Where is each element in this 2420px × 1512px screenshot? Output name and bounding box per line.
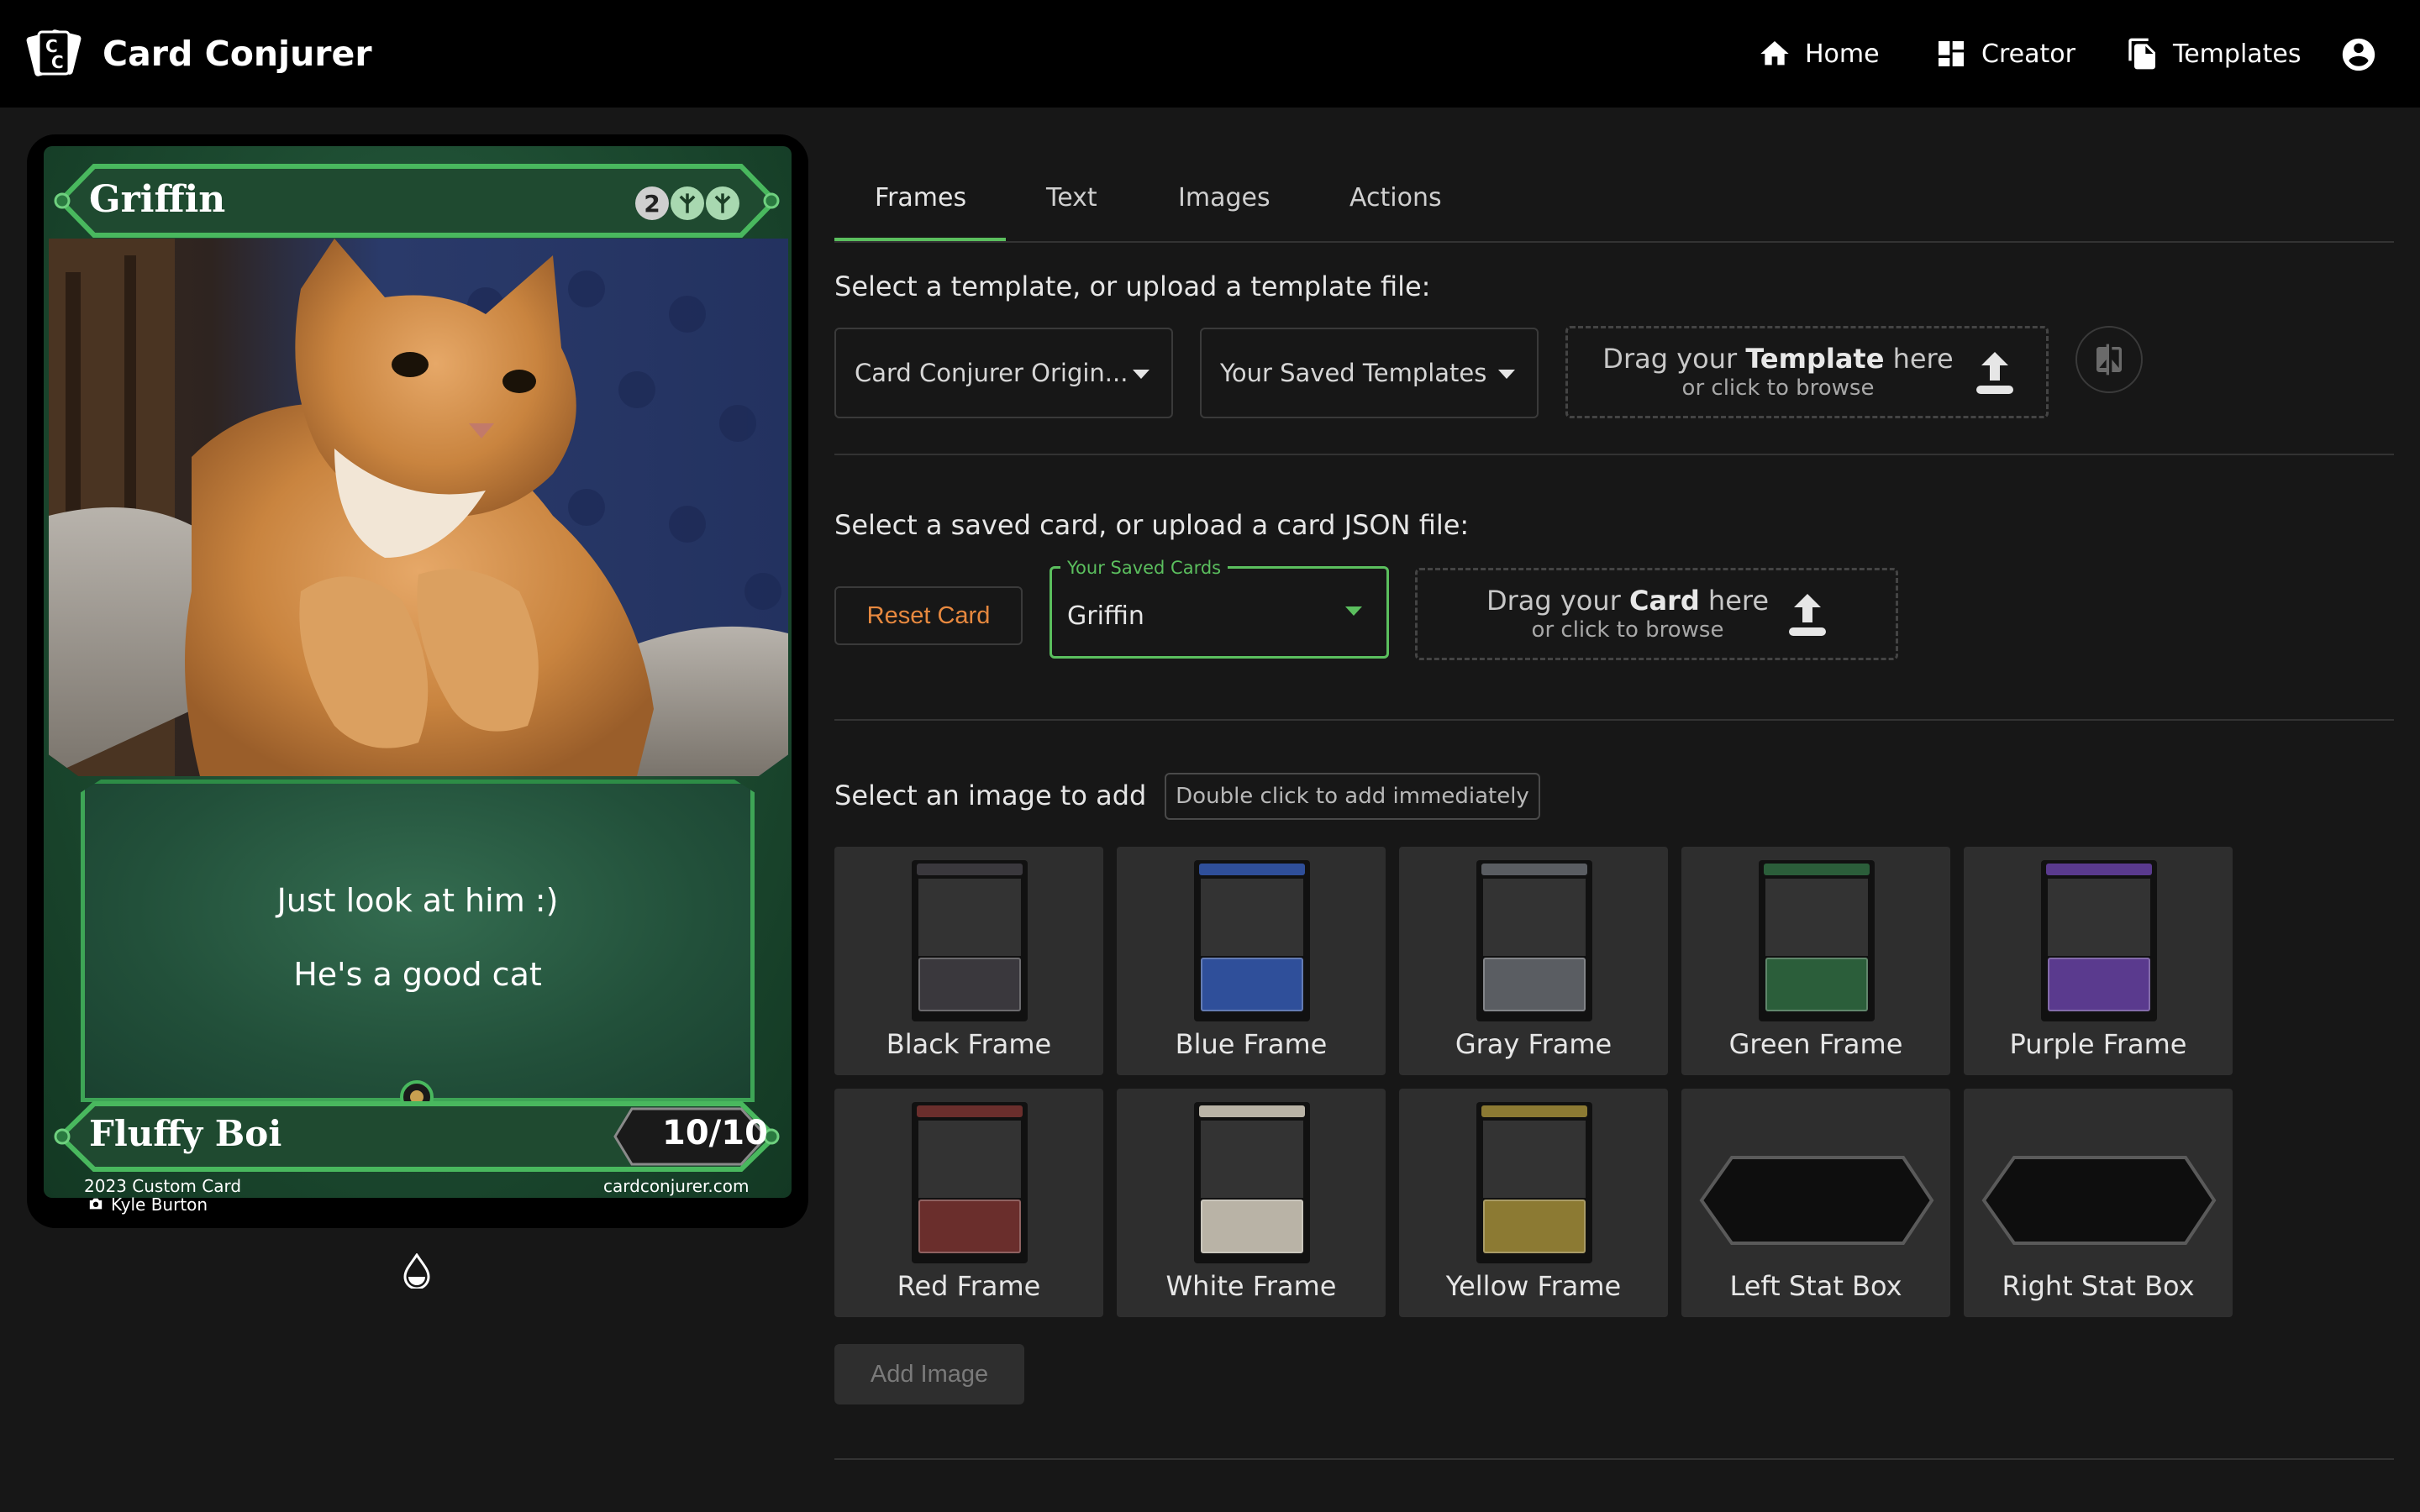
card-footer-artist: Kyle Burton: [111, 1194, 208, 1215]
frame-tile-right-stat-box[interactable]: Right Stat Box: [1964, 1089, 2233, 1317]
frame-tile-label: Red Frame: [897, 1270, 1041, 1302]
frame-tile-label: Gray Frame: [1455, 1028, 1612, 1060]
card-dropzone-subtext: or click to browse: [1531, 617, 1724, 643]
frame-tile-label: Right Stat Box: [2002, 1270, 2195, 1302]
card-footer-site: cardconjurer.com: [603, 1176, 750, 1196]
dashboard-icon: [1939, 41, 1964, 66]
frame-thumbnail: [1194, 1102, 1310, 1263]
card-type-line: Fluffy Boi: [89, 1113, 282, 1154]
reset-card-button[interactable]: Reset Card: [834, 586, 1023, 645]
saved-cards-legend: Your Saved Cards: [1060, 558, 1228, 578]
camera-icon: [89, 1198, 103, 1210]
frame-tile-label: Left Stat Box: [1729, 1270, 1902, 1302]
frame-thumbnail: [1759, 860, 1875, 1021]
water-drop-icon[interactable]: [402, 1253, 432, 1289]
chevron-down-icon: [1133, 370, 1150, 379]
frame-tile-red[interactable]: Red Frame: [834, 1089, 1103, 1317]
frame-tile-label: Purple Frame: [2009, 1028, 2187, 1060]
card-name: Griffin: [89, 178, 226, 221]
card-art-image: [49, 239, 788, 776]
image-section-label: Select an image to add: [834, 780, 1147, 811]
section-divider: [834, 719, 2394, 721]
card-conjurer-logo-icon[interactable]: C C: [25, 25, 82, 81]
app-title[interactable]: Card Conjurer: [103, 29, 372, 79]
tab-active-indicator: [834, 238, 1006, 241]
card-section-label: Select a saved card, or upload a card JS…: [834, 509, 1470, 541]
chevron-down-icon: [1498, 370, 1515, 379]
tab-text[interactable]: Text: [1046, 183, 1097, 213]
card-dropzone[interactable]: Drag your Card here or click to browse: [1415, 568, 1898, 660]
card-power-toughness: 10/10: [662, 1114, 768, 1152]
template-section-label: Select a template, or upload a template …: [834, 270, 1431, 302]
mana-symbol-green-icon: [706, 186, 739, 220]
stat-box-thumbnail: [1699, 1156, 1934, 1245]
flip-icon: [2096, 344, 2122, 375]
upload-icon: [1976, 352, 2013, 394]
frame-tile-black[interactable]: Black Frame: [834, 847, 1103, 1075]
account-circle-icon[interactable]: [2339, 35, 2378, 74]
frame-tile-gray[interactable]: Gray Frame: [1399, 847, 1668, 1075]
frame-tile-green[interactable]: Green Frame: [1681, 847, 1950, 1075]
frame-tile-label: Yellow Frame: [1445, 1270, 1622, 1302]
frame-thumbnail: [1476, 860, 1592, 1021]
nav-templates-label: Templates: [2173, 39, 2302, 69]
saved-cards-value: Griffin: [1067, 601, 1144, 631]
chevron-down-icon: [1345, 606, 1362, 616]
card-rules-line-2: He's a good cat: [293, 956, 542, 993]
template-select-value: Card Conjurer Origin...: [855, 359, 1128, 387]
frame-thumbnail: [912, 1102, 1028, 1263]
template-select[interactable]: Card Conjurer Origin...: [834, 328, 1173, 418]
home-icon: [1760, 41, 1789, 66]
nav-home-label: Home: [1805, 39, 1880, 69]
frame-tile-label: White Frame: [1165, 1270, 1337, 1302]
tab-actions[interactable]: Actions: [1349, 183, 1442, 213]
template-dropzone-text: Drag your Template here: [1602, 343, 1954, 375]
saved-templates-select[interactable]: Your Saved Templates: [1200, 328, 1539, 418]
frame-tile-label: Green Frame: [1728, 1028, 1903, 1060]
template-dropzone[interactable]: Drag your Template here or click to brow…: [1565, 326, 2049, 418]
frame-tile-white[interactable]: White Frame: [1117, 1089, 1386, 1317]
documents-icon: [2128, 38, 2155, 70]
frame-tile-blue[interactable]: Blue Frame: [1117, 847, 1386, 1075]
add-image-button[interactable]: Add Image: [834, 1344, 1024, 1404]
frame-tile-left-stat-box[interactable]: Left Stat Box: [1681, 1089, 1950, 1317]
section-divider: [834, 1458, 2394, 1460]
tabs-divider: [834, 241, 2394, 243]
stat-box-thumbnail: [1981, 1156, 2217, 1245]
frame-thumbnail: [1476, 1102, 1592, 1263]
nav-home[interactable]: Home: [1758, 34, 1880, 74]
double-click-hint: Double click to add immediately: [1165, 773, 1540, 820]
saved-templates-select-value: Your Saved Templates: [1220, 359, 1487, 387]
template-dropzone-subtext: or click to browse: [1681, 375, 1875, 401]
frame-tile-label: Blue Frame: [1175, 1028, 1328, 1060]
nav-templates[interactable]: Templates: [2126, 34, 2302, 74]
frame-tile-purple[interactable]: Purple Frame: [1964, 847, 2233, 1075]
card-footer-year: 2023 Custom Card: [84, 1176, 242, 1196]
nav-creator-label: Creator: [1981, 39, 2075, 69]
card-text-box: [81, 780, 755, 1102]
frame-thumbnail: [2041, 860, 2157, 1021]
tab-images[interactable]: Images: [1178, 183, 1270, 213]
tab-frames[interactable]: Frames: [875, 183, 966, 213]
upload-icon: [1789, 594, 1826, 636]
frame-thumbnail: [912, 860, 1028, 1021]
frame-tile-yellow[interactable]: Yellow Frame: [1399, 1089, 1668, 1317]
section-divider: [834, 454, 2394, 455]
top-bar: C C Card Conjurer Home Creator Templates: [0, 0, 2420, 108]
frame-thumbnail: [1194, 860, 1310, 1021]
svg-text:C: C: [51, 52, 64, 72]
card-rules-line-1: Just look at him :): [276, 882, 559, 919]
frame-tile-label: Black Frame: [886, 1028, 1052, 1060]
compare-frames-button[interactable]: [2075, 326, 2143, 393]
mana-symbol-generic: 2: [635, 186, 669, 220]
card-dropzone-text: Drag your Card here: [1486, 585, 1770, 617]
mana-symbol-green-icon: [671, 186, 704, 220]
nav-creator[interactable]: Creator: [1934, 34, 2075, 74]
